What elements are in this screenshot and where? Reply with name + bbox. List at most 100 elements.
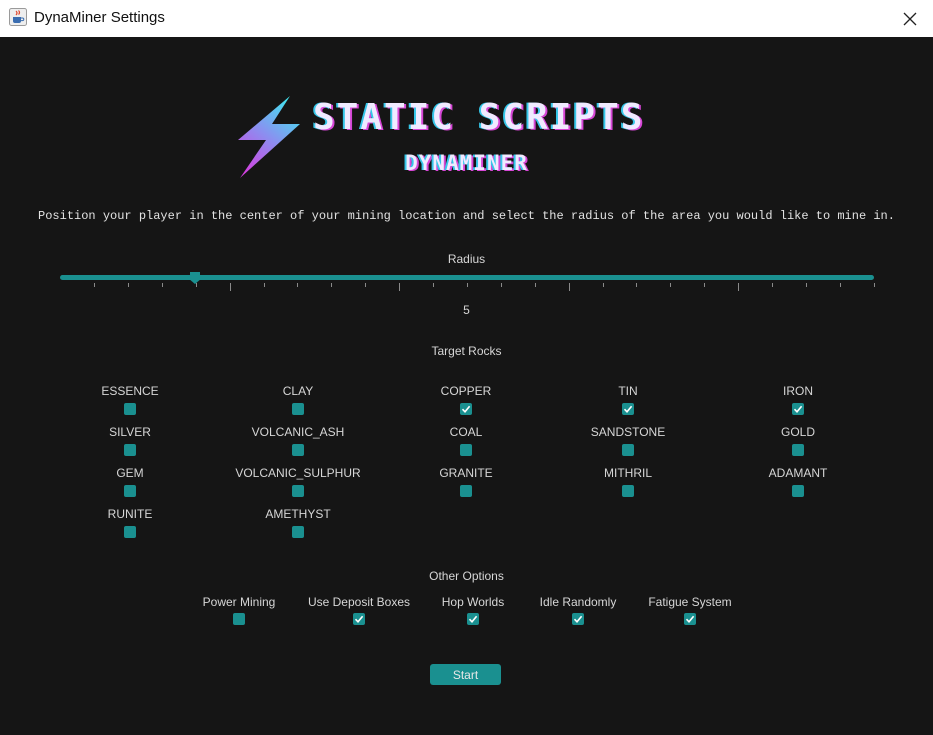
rock-option-label: SANDSTONE bbox=[590, 425, 666, 439]
rock-option: COPPER bbox=[386, 384, 546, 420]
window-title: DynaMiner Settings bbox=[34, 9, 165, 26]
other-option-label: Power Mining bbox=[202, 595, 276, 609]
rock-checkbox[interactable] bbox=[292, 403, 304, 415]
rock-option-label: TIN bbox=[618, 384, 638, 398]
checkmark-icon bbox=[685, 615, 695, 624]
slider-tick bbox=[264, 283, 265, 287]
slider-tick bbox=[162, 283, 163, 287]
start-button[interactable]: Start bbox=[430, 664, 501, 685]
slider-tick bbox=[636, 283, 637, 287]
rock-checkbox[interactable] bbox=[124, 444, 136, 456]
rock-option-label: GOLD bbox=[780, 425, 815, 439]
rock-checkbox[interactable] bbox=[622, 403, 634, 415]
slider-tick bbox=[467, 283, 468, 287]
slider-tick bbox=[230, 283, 231, 291]
other-options-heading: Other Options bbox=[429, 569, 504, 583]
slider-tick bbox=[501, 283, 502, 287]
rock-option-label: GRANITE bbox=[439, 466, 493, 480]
slider-tick bbox=[704, 283, 705, 287]
rock-checkbox[interactable] bbox=[124, 526, 136, 538]
rock-checkbox[interactable] bbox=[792, 403, 804, 415]
rock-checkbox[interactable] bbox=[792, 485, 804, 497]
slider-tick bbox=[772, 283, 773, 287]
checkmark-icon bbox=[468, 615, 478, 624]
rock-option: GRANITE bbox=[386, 466, 546, 502]
rock-option-label: SILVER bbox=[109, 425, 151, 439]
other-option-checkbox[interactable] bbox=[467, 613, 479, 625]
rock-checkbox[interactable] bbox=[460, 444, 472, 456]
close-icon bbox=[903, 12, 917, 25]
checkmark-icon bbox=[573, 615, 583, 624]
rock-option: SANDSTONE bbox=[548, 425, 708, 461]
slider-tick bbox=[399, 283, 400, 291]
slider-tick bbox=[94, 283, 95, 287]
other-option-checkbox[interactable] bbox=[353, 613, 365, 625]
instruction-text: Position your player in the center of yo… bbox=[38, 209, 895, 223]
other-option: Power Mining bbox=[174, 595, 304, 631]
rock-option: GEM bbox=[50, 466, 210, 502]
checkmark-icon bbox=[354, 615, 364, 624]
close-button[interactable] bbox=[887, 0, 933, 37]
slider-tick bbox=[738, 283, 739, 291]
rock-checkbox[interactable] bbox=[460, 403, 472, 415]
radius-label: Radius bbox=[447, 252, 486, 266]
checkmark-icon bbox=[623, 405, 633, 414]
checkmark-icon bbox=[461, 405, 471, 414]
rock-checkbox[interactable] bbox=[460, 485, 472, 497]
rock-option-label: COAL bbox=[449, 425, 483, 439]
other-option: Fatigue System bbox=[625, 595, 755, 631]
rock-option-label: COPPER bbox=[440, 384, 492, 398]
rock-checkbox[interactable] bbox=[124, 485, 136, 497]
other-option: Use Deposit Boxes bbox=[294, 595, 424, 631]
rock-option-label: IRON bbox=[783, 384, 813, 398]
rock-option: RUNITE bbox=[50, 507, 210, 543]
rock-checkbox[interactable] bbox=[124, 403, 136, 415]
slider-tick bbox=[840, 283, 841, 287]
rock-option-label: RUNITE bbox=[107, 507, 153, 521]
other-option-checkbox[interactable] bbox=[233, 613, 245, 625]
slider-tick bbox=[535, 283, 536, 287]
title-bar: DynaMiner Settings bbox=[0, 0, 933, 37]
slider-tick bbox=[433, 283, 434, 287]
rock-checkbox[interactable] bbox=[792, 444, 804, 456]
rock-option-label: GEM bbox=[116, 466, 144, 480]
slider-tick bbox=[196, 283, 197, 287]
rock-option: GOLD bbox=[718, 425, 878, 461]
rock-option: TIN bbox=[548, 384, 708, 420]
other-option-checkbox[interactable] bbox=[572, 613, 584, 625]
other-option-checkbox[interactable] bbox=[684, 613, 696, 625]
rock-checkbox[interactable] bbox=[292, 444, 304, 456]
rock-option-label: VOLCANIC_ASH bbox=[251, 425, 345, 439]
rock-checkbox[interactable] bbox=[292, 485, 304, 497]
rock-checkbox[interactable] bbox=[622, 444, 634, 456]
rock-option: ESSENCE bbox=[50, 384, 210, 420]
rock-option: IRON bbox=[718, 384, 878, 420]
rock-option: CLAY bbox=[218, 384, 378, 420]
rock-option: MITHRIL bbox=[548, 466, 708, 502]
checkmark-icon bbox=[793, 405, 803, 414]
slider-tick bbox=[670, 283, 671, 287]
rock-option-label: VOLCANIC_SULPHUR bbox=[235, 466, 361, 480]
rock-option-label: ADAMANT bbox=[768, 466, 828, 480]
java-coffee-icon bbox=[9, 8, 27, 26]
rock-checkbox[interactable] bbox=[292, 526, 304, 538]
rock-checkbox[interactable] bbox=[622, 485, 634, 497]
other-option: Idle Randomly bbox=[513, 595, 643, 631]
other-option-label: Use Deposit Boxes bbox=[307, 595, 411, 609]
slider-tick bbox=[806, 283, 807, 287]
rock-option-label: ESSENCE bbox=[101, 384, 159, 398]
rock-option-label: AMETHYST bbox=[265, 507, 331, 521]
settings-panel: STATIC SCRIPTS DYNAMINER Position your p… bbox=[0, 37, 933, 735]
rock-option: COAL bbox=[386, 425, 546, 461]
slider-tick bbox=[128, 283, 129, 287]
target-rocks-heading: Target Rocks bbox=[431, 344, 502, 358]
rock-option-label: MITHRIL bbox=[604, 466, 652, 480]
slider-tick bbox=[874, 283, 875, 287]
slider-tick bbox=[365, 283, 366, 287]
radius-slider-thumb[interactable] bbox=[190, 272, 200, 284]
other-option-label: Fatigue System bbox=[648, 595, 732, 609]
other-option-label: Idle Randomly bbox=[539, 595, 617, 609]
radius-slider-track[interactable] bbox=[60, 275, 874, 280]
rock-option: SILVER bbox=[50, 425, 210, 461]
brand-logo-text: STATIC SCRIPTS bbox=[313, 97, 645, 138]
